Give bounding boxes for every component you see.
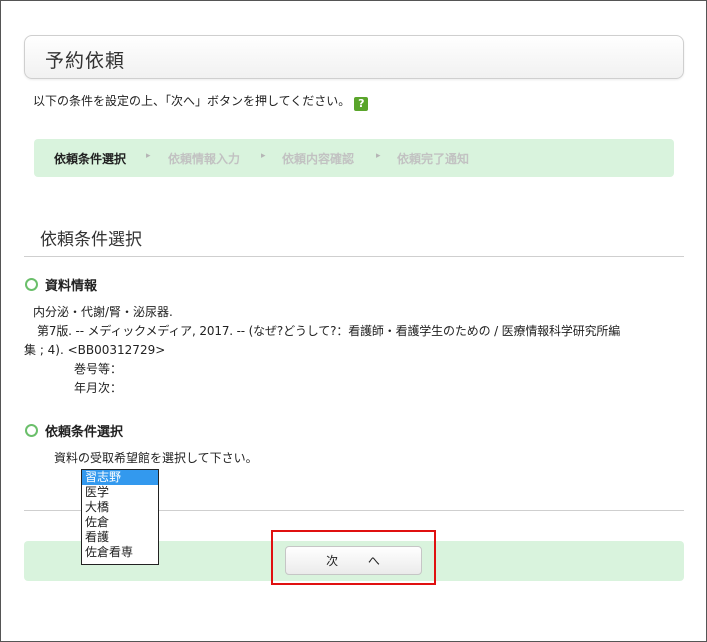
condition-heading: 依頼条件選択 <box>25 421 123 440</box>
library-option[interactable]: 大橋 <box>82 500 158 515</box>
instruction-label: 以下の条件を設定の上、「次へ」ボタンを押してください。 <box>33 94 351 108</box>
page-frame: 予約依頼 以下の条件を設定の上、「次へ」ボタンを押してください。? 依頼条件選択… <box>0 0 707 642</box>
material-heading-label: 資料情報 <box>45 279 98 294</box>
title-bar: 予約依頼 <box>24 35 684 79</box>
section-divider <box>24 256 684 257</box>
volume-label: 巻号等： <box>74 362 123 376</box>
step-info-input: 依頼情報入力 <box>168 152 241 166</box>
bullet-icon <box>25 424 38 437</box>
date-label: 年月次： <box>74 381 123 395</box>
next-button[interactable]: 次 へ <box>285 546 422 575</box>
help-icon[interactable]: ? <box>354 97 369 111</box>
material-detail: 第7版. -- メディックメディア, 2017. -- (なぜ?どうして?：看護… <box>37 324 621 338</box>
step-confirm: 依頼内容確認 <box>282 152 355 166</box>
page-title: 予約依頼 <box>45 50 126 72</box>
step-arrow-icon: ▸ <box>376 151 381 161</box>
step-arrow-icon: ▸ <box>146 151 151 161</box>
progress-steps: 依頼条件選択 ▸ 依頼情報入力 ▸ 依頼内容確認 ▸ 依頼完了通知 <box>34 139 674 177</box>
material-title: 内分泌・代謝/腎・泌尿器. <box>33 305 173 319</box>
step-complete: 依頼完了通知 <box>397 152 470 166</box>
library-option[interactable]: 佐倉 <box>82 515 158 530</box>
library-listbox[interactable]: 習志野 医学 大橋 佐倉 看護 佐倉看専 <box>81 469 159 565</box>
instruction-text: 以下の条件を設定の上、「次へ」ボタンを押してください。? <box>33 92 369 111</box>
library-option[interactable]: 看護 <box>82 530 158 545</box>
library-option[interactable]: 医学 <box>82 485 158 500</box>
library-option[interactable]: 習志野 <box>82 470 158 485</box>
step-condition-select: 依頼条件選択 <box>54 152 127 166</box>
library-prompt: 資料の受取希望館を選択して下さい。 <box>54 451 258 465</box>
material-heading: 資料情報 <box>25 275 97 294</box>
material-detail-cont: 集 ; 4). <BB00312729> <box>24 343 166 357</box>
bullet-icon <box>25 278 38 291</box>
step-arrow-icon: ▸ <box>261 151 266 161</box>
condition-heading-label: 依頼条件選択 <box>45 425 124 440</box>
library-option[interactable]: 佐倉看専 <box>82 545 158 560</box>
section-title: 依頼条件選択 <box>40 230 142 250</box>
